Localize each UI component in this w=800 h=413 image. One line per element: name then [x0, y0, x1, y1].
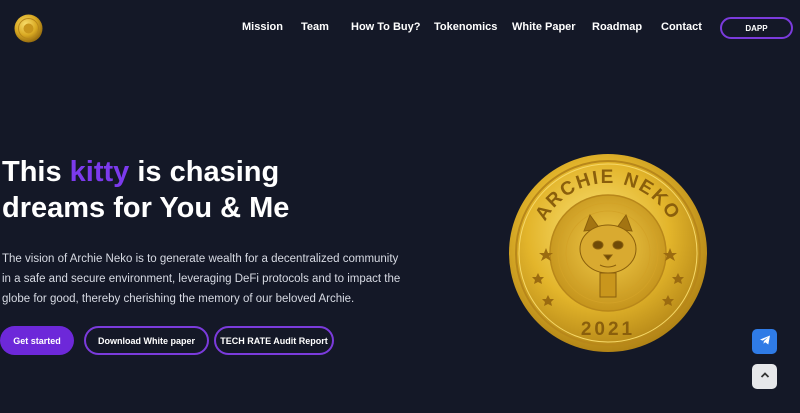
coin-year: 2021 [581, 319, 635, 340]
download-white-paper-button[interactable]: Download White paper [84, 326, 209, 355]
nav-item-roadmap[interactable]: Roadmap [592, 21, 642, 33]
chevron-up-icon [759, 368, 771, 386]
get-started-button[interactable]: Get started [0, 326, 74, 355]
header: Mission Team How To Buy? Tokenomics Whit… [0, 0, 800, 57]
archie-neko-coin: ARCHIE NEKO 2021 [508, 153, 708, 353]
hero-title-part1: This [2, 156, 70, 188]
nav-item-team[interactable]: Team [301, 21, 329, 33]
telegram-button[interactable] [752, 329, 777, 354]
dapp-button[interactable]: DAPP [720, 17, 793, 39]
scroll-to-top-button[interactable] [752, 364, 777, 389]
audit-report-button[interactable]: TECH RATE Audit Report [214, 326, 334, 355]
nav-item-tokenomics[interactable]: Tokenomics [434, 21, 497, 33]
hero-title-accent: kitty [69, 156, 130, 188]
hero-title: This kitty is chasing dreams for You & M… [2, 154, 362, 226]
nav-item-contact[interactable]: Contact [661, 21, 702, 33]
nav-item-how-to-buy[interactable]: How To Buy? [351, 21, 420, 33]
coin-logo-icon[interactable] [14, 14, 43, 43]
nav-item-white-paper[interactable]: White Paper [512, 21, 576, 33]
nav-item-mission[interactable]: Mission [242, 21, 283, 33]
telegram-icon [759, 333, 771, 351]
hero-description: The vision of Archie Neko is to generate… [2, 253, 401, 305]
